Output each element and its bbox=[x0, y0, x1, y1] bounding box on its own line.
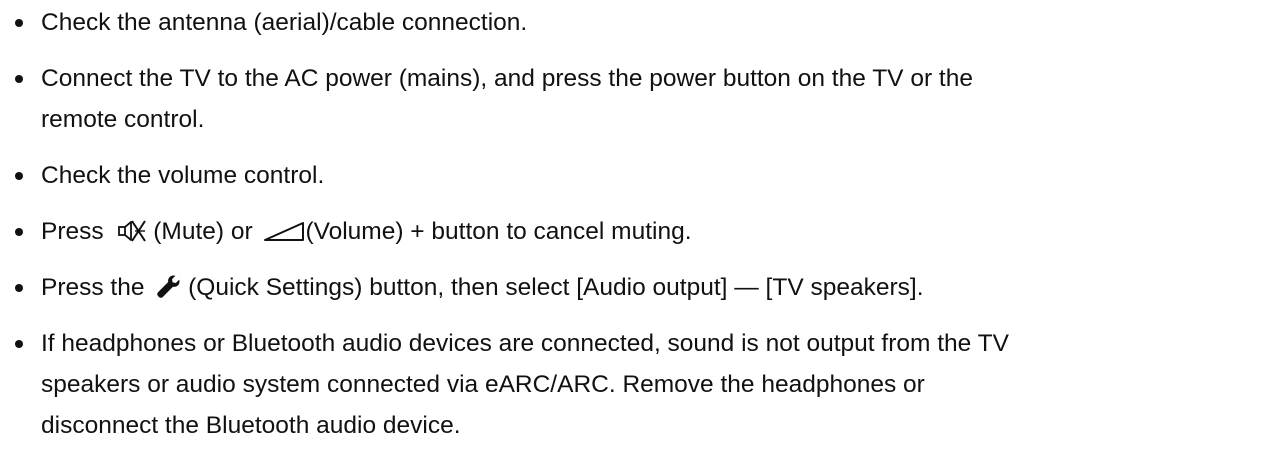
list-item: Check the volume control. bbox=[0, 155, 1270, 196]
wrench-icon bbox=[155, 274, 181, 300]
troubleshooting-list: Check the antenna (aerial)/cable connect… bbox=[0, 2, 1270, 461]
volume-ramp-icon bbox=[263, 220, 305, 242]
bullet bbox=[15, 228, 23, 236]
list-item: Connect the TV to the AC power (mains), … bbox=[0, 58, 1270, 140]
mute-icon bbox=[118, 219, 147, 243]
item-text: Check the antenna (aerial)/cable connect… bbox=[41, 9, 528, 36]
item-text-mute: (Mute) or bbox=[153, 218, 260, 245]
item-text-line-2: speakers or audio system connected via e… bbox=[41, 371, 925, 398]
item-text-end: (Quick Settings) button, then select [Au… bbox=[188, 274, 924, 301]
item-text-start: Press bbox=[41, 218, 111, 245]
item-text-end: (Volume) + button to cancel muting. bbox=[305, 218, 692, 245]
item-text-line-1: Connect the TV to the AC power (mains), … bbox=[41, 65, 973, 92]
bullet bbox=[15, 19, 23, 27]
item-text: Check the volume control. bbox=[41, 162, 325, 189]
list-item: Press the (Quick Settings) button, then … bbox=[0, 267, 1270, 308]
item-text-line-1: If headphones or Bluetooth audio devices… bbox=[41, 330, 1009, 357]
list-item: Check the antenna (aerial)/cable connect… bbox=[0, 2, 1270, 43]
item-text-line-2: remote control. bbox=[41, 106, 205, 133]
list-item: Press (Mute) or (Volume) + button to can… bbox=[0, 211, 1270, 252]
bullet bbox=[15, 340, 23, 348]
bullet bbox=[15, 172, 23, 180]
item-text-line-3: disconnect the Bluetooth audio device. bbox=[41, 412, 461, 439]
bullet bbox=[15, 284, 23, 292]
bullet bbox=[15, 75, 23, 83]
item-text-start: Press the bbox=[41, 274, 152, 301]
list-item: If headphones or Bluetooth audio devices… bbox=[0, 323, 1270, 446]
